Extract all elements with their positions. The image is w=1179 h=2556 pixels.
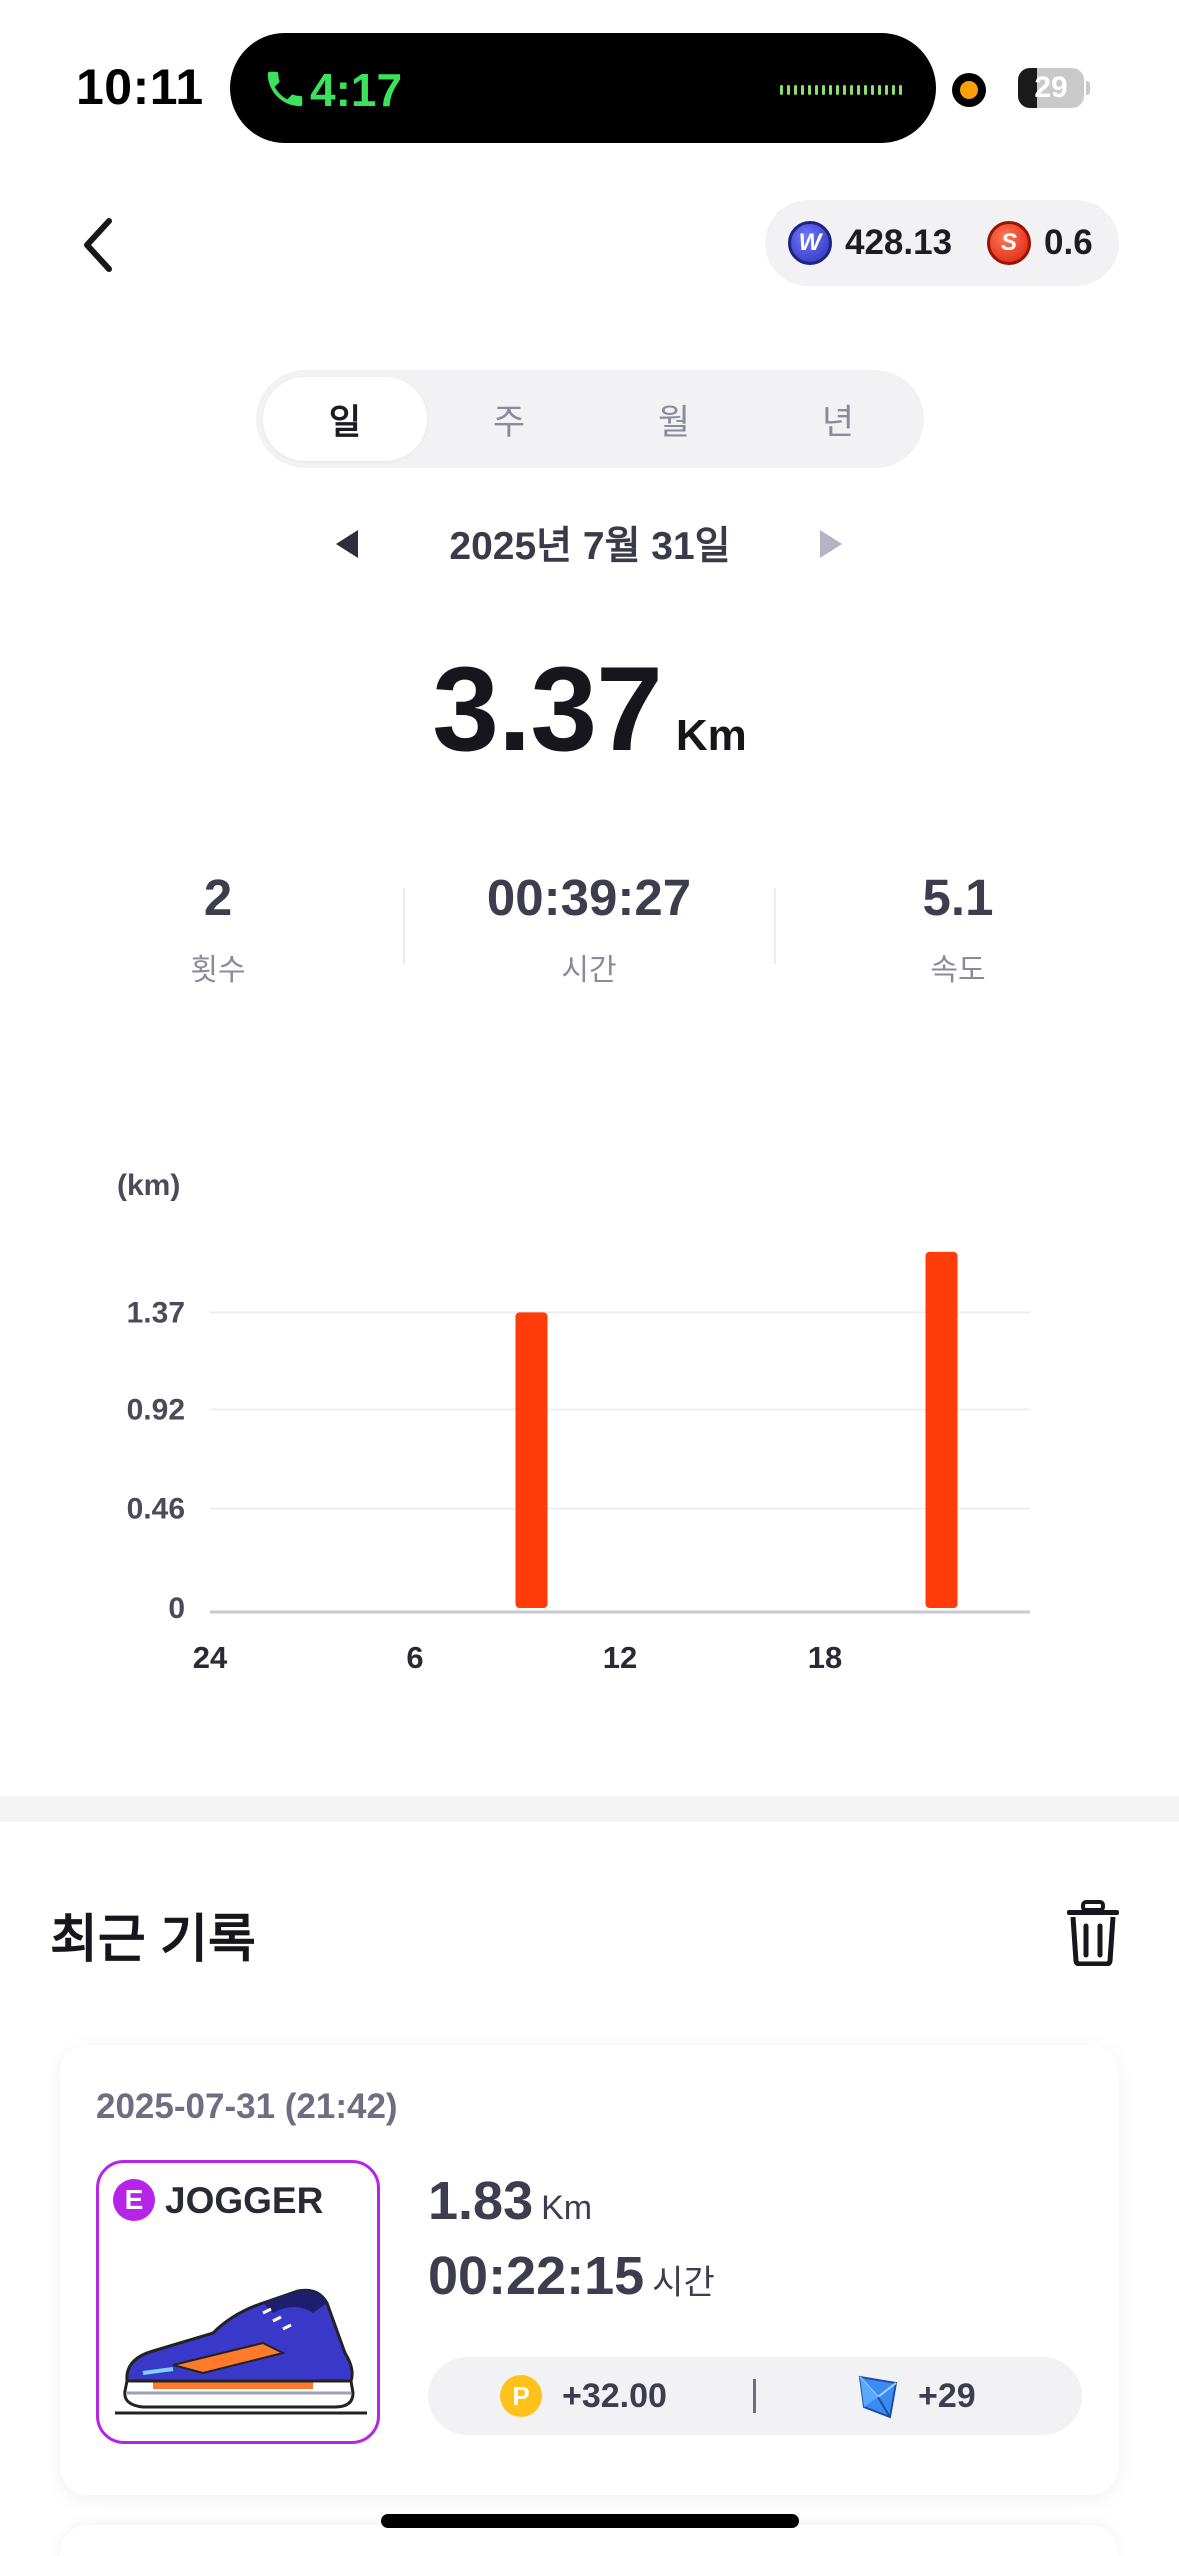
record-distance-value: 1.83: [428, 2171, 534, 2231]
tab-month[interactable]: 월: [592, 377, 756, 461]
tab-day[interactable]: 일: [263, 377, 427, 461]
total-distance-value: 3.37: [432, 642, 663, 776]
dynamic-island[interactable]: 4:17: [230, 33, 936, 143]
record-card[interactable]: 2025-07-31 (21:42) E JOGGER 1.83 Km 00:22…: [60, 2045, 1118, 2495]
chart-bar: [925, 1251, 958, 1608]
triangle-right-icon: [820, 530, 842, 558]
period-tabs: 일 주 월 년: [256, 370, 924, 468]
stat-count-label: 횟수: [190, 954, 246, 987]
chart-y-tick-label: 0.92: [127, 1393, 185, 1426]
chart-y-tick-label: 0: [168, 1592, 185, 1625]
record-card-next[interactable]: [60, 2525, 1118, 2556]
point-coin-icon: P: [500, 2375, 542, 2417]
chevron-left-icon: [84, 218, 112, 272]
stat-divider: [403, 888, 405, 964]
record-duration-value: 00:22:15: [428, 2246, 645, 2306]
status-time: 10:11: [76, 59, 204, 115]
distance-bar-chart: (km) 0 0.46 0.92 1.37 24 6 12 18: [117, 1169, 1030, 1675]
tab-year[interactable]: 년: [756, 377, 920, 461]
next-date-button[interactable]: [810, 524, 850, 564]
chart-y-tick-label: 0.46: [127, 1493, 185, 1526]
battery-icon: 29: [1018, 68, 1090, 108]
reward-pill: P +32.00 +29: [428, 2357, 1082, 2435]
points-earned: +32.00: [562, 2377, 667, 2415]
record-datetime: 2025-07-31 (21:42): [96, 2087, 398, 2126]
stat-speed-label: 속도: [930, 954, 986, 987]
chart-y-tick-label: 1.37: [127, 1296, 185, 1329]
phone-icon: [267, 71, 303, 107]
shoe-grade-badge: E: [113, 2179, 155, 2221]
shoe-name: JOGGER: [165, 2180, 324, 2221]
record-distance: 1.83 Km: [428, 2170, 592, 2232]
stat-divider: [774, 888, 776, 964]
tab-week[interactable]: 주: [427, 377, 591, 461]
record-duration: 00:22:15 시간: [428, 2245, 715, 2307]
battery-level: 29: [1034, 71, 1068, 104]
coin-balance-pill[interactable]: W 428.13 S 0.6: [765, 200, 1119, 286]
chart-y-axis-label: (km): [117, 1169, 180, 1202]
mic-indicator: [952, 73, 986, 107]
call-duration: 4:17: [310, 64, 403, 116]
reward-divider: [753, 2379, 756, 2413]
stat-count-value: 2: [203, 869, 233, 926]
chart-x-tick-label: 18: [808, 1640, 842, 1675]
chart-x-tick-label: 12: [603, 1640, 637, 1675]
stat-speed-value: 5.1: [922, 869, 994, 926]
total-distance-unit: Km: [675, 711, 747, 760]
record-distance-unit: Km: [541, 2189, 593, 2227]
chart-bar: [515, 1312, 548, 1608]
date-label: 2025년 7월 31일: [449, 525, 731, 568]
prev-date-button[interactable]: [328, 524, 368, 564]
record-duration-unit: 시간: [652, 2264, 715, 2302]
section-divider: [0, 1796, 1179, 1822]
s-coin-icon: S: [987, 221, 1031, 265]
gems-earned: +29: [918, 2377, 976, 2415]
chart-x-tick-label: 6: [406, 1640, 423, 1675]
stat-time-label: 시간: [561, 954, 617, 987]
recent-records-title: 최근 기록: [50, 1911, 256, 1969]
w-coin-icon: W: [788, 221, 832, 265]
stat-speed: 5.1 속도: [808, 868, 1108, 989]
stat-count: 2 횟수: [68, 868, 368, 989]
triangle-left-icon: [336, 530, 358, 558]
w-coin-balance: 428.13: [845, 223, 953, 262]
shoe-card[interactable]: E JOGGER: [96, 2160, 380, 2444]
trash-icon: [1067, 1900, 1119, 1966]
audio-waveform: [780, 83, 902, 97]
chart-x-tick-label: 24: [193, 1640, 228, 1675]
stat-time-value: 00:39:27: [486, 869, 692, 926]
stat-time: 00:39:27 시간: [439, 868, 739, 989]
running-shoe-image: [115, 2288, 367, 2415]
status-bar: 10:11 4:17 29: [0, 0, 1179, 170]
s-coin-balance: 0.6: [1044, 223, 1093, 262]
back-button[interactable]: [62, 205, 132, 285]
gem-icon: [858, 2375, 898, 2419]
home-indicator: [381, 2514, 799, 2528]
total-distance: 3.37 Km: [0, 640, 1179, 778]
delete-records-button[interactable]: [1058, 1895, 1128, 1971]
